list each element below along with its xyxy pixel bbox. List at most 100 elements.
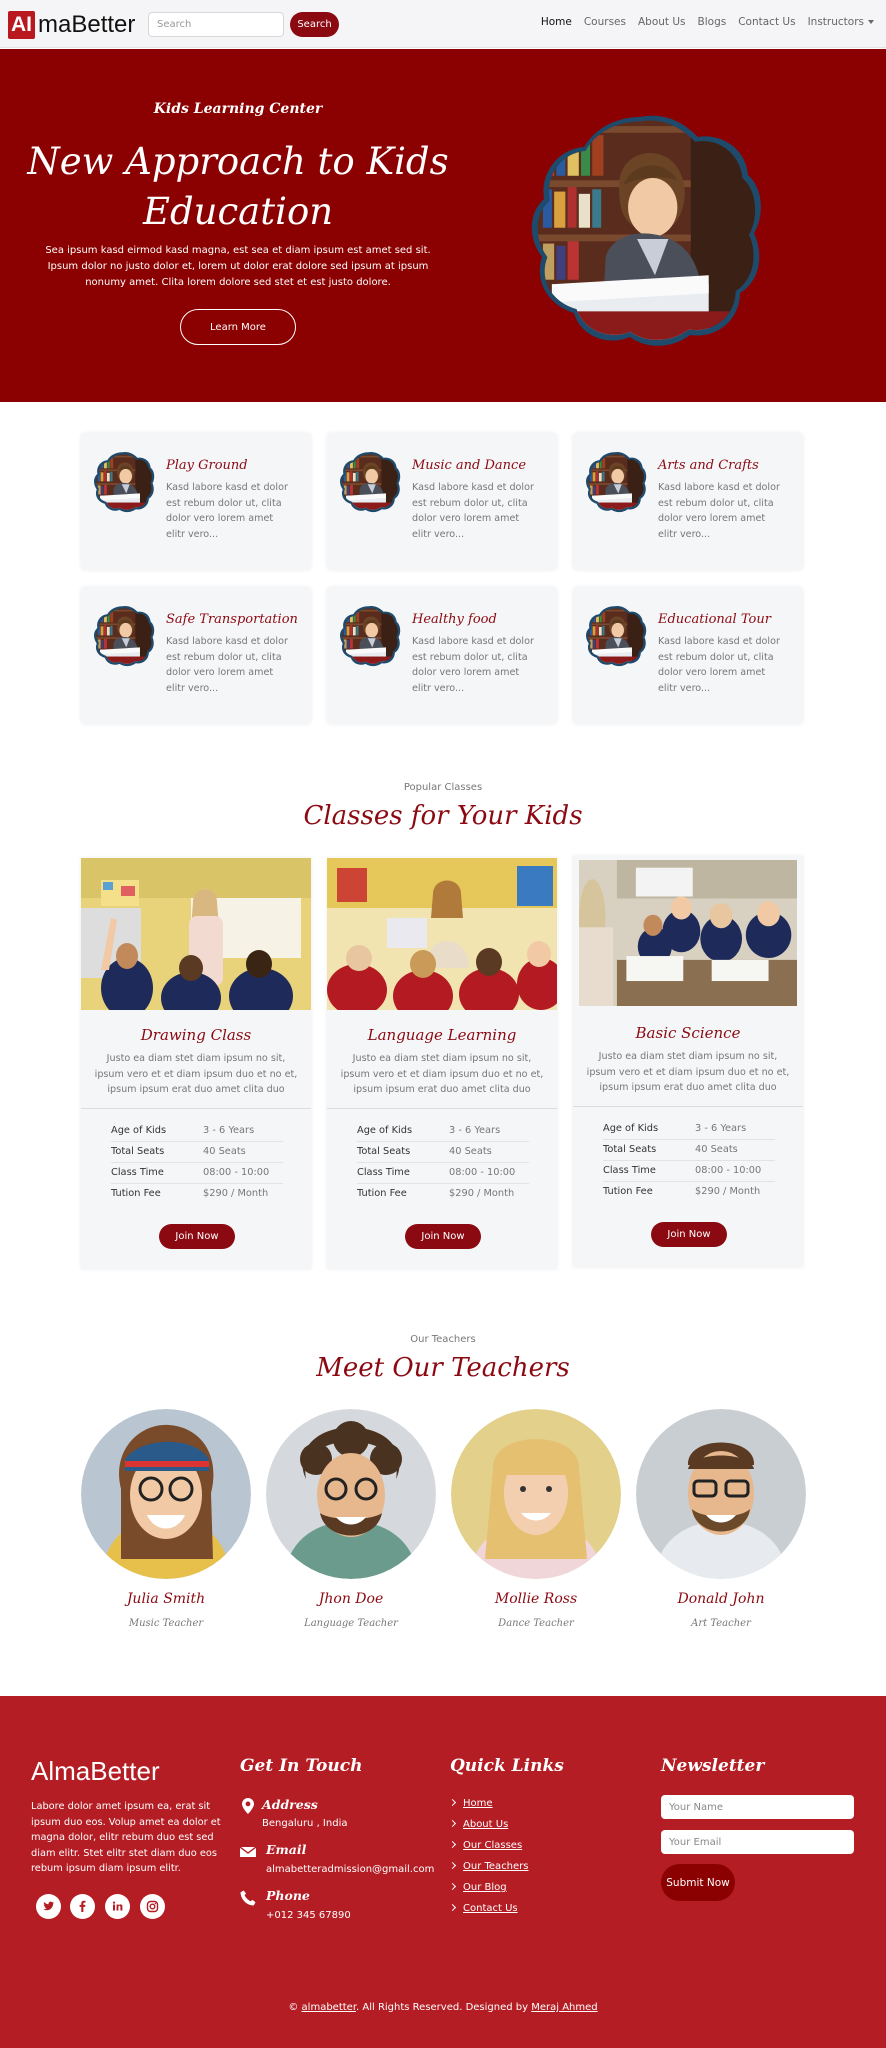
kid-reading-thumbnail-icon xyxy=(94,605,155,667)
teacher-name: Donald John xyxy=(677,1591,765,1607)
nav-link-blogs[interactable]: Blogs xyxy=(698,16,727,28)
hero-title: New Approach to Kids Education xyxy=(27,140,449,233)
phone-label: Phone xyxy=(266,1888,310,1903)
class-detail-label: Age of Kids xyxy=(357,1120,449,1142)
chevron-right-icon xyxy=(448,1840,457,1848)
nav-link-contact-us[interactable]: Contact Us xyxy=(738,16,795,28)
teachers-kicker: Our Teachers xyxy=(410,1334,476,1345)
class-divider xyxy=(81,1108,311,1109)
designer-link[interactable]: Meraj Ahmed xyxy=(531,2002,597,2013)
class-detail-label: Total Seats xyxy=(111,1141,203,1163)
join-now-button[interactable]: Join Now xyxy=(159,1224,235,1249)
teacher-role: Dance Teacher xyxy=(498,1618,574,1629)
teachers-title: Meet Our Teachers xyxy=(316,1353,570,1383)
nav-link-about-us[interactable]: About Us xyxy=(638,16,686,28)
hero-description: Sea ipsum kasd eirmod kasd magna, est se… xyxy=(45,245,431,288)
facility-text: Kasd labore kasd et dolor est rebum dolo… xyxy=(658,636,780,694)
join-now-button[interactable]: Join Now xyxy=(651,1222,727,1247)
quick-link[interactable]: Home xyxy=(448,1798,493,1809)
class-divider xyxy=(327,1108,557,1109)
newsletter-email-field[interactable] xyxy=(661,1830,854,1854)
linkedin-icon xyxy=(112,1901,123,1911)
email-label: Email xyxy=(266,1842,307,1857)
nav-dropdown-instructors[interactable]: Instructors xyxy=(808,16,874,28)
newsletter-heading: Newsletter xyxy=(661,1756,765,1776)
facility-text: Kasd labore kasd et dolor est rebum dolo… xyxy=(412,482,534,540)
class-detail-label: Tution Fee xyxy=(357,1188,407,1200)
class-detail-value: $290 / Month xyxy=(695,1186,761,1198)
kid-reading-thumbnail-icon xyxy=(340,451,401,513)
class-photo xyxy=(81,858,311,1010)
brand-logo-mark: AI xyxy=(8,11,35,39)
facility-card: Safe Transportation Kasd labore kasd et d… xyxy=(81,587,311,724)
linkedin-button[interactable] xyxy=(105,1894,130,1919)
class-detail-row: Tution Fee $290 / Month xyxy=(603,1181,775,1202)
submit-now-button[interactable]: Submit Now xyxy=(661,1864,735,1901)
email-value[interactable]: almabetteradmission@gmail.com xyxy=(266,1864,434,1875)
classes-kicker: Popular Classes xyxy=(403,782,483,793)
copyright-symbol: © xyxy=(288,2002,299,2013)
facility-card: Healthy food Kasd labore kasd et dolor es… xyxy=(327,587,557,724)
class-detail-row: Class Time 08:00 - 10:00 xyxy=(111,1162,283,1184)
quick-link[interactable]: About Us xyxy=(448,1819,508,1830)
facility-card: Play Ground Kasd labore kasd et dolor est… xyxy=(81,433,311,570)
facility-text: Kasd labore kasd et dolor est rebum dolo… xyxy=(658,482,780,540)
join-now-button[interactable]: Join Now xyxy=(405,1224,481,1249)
twitter-button[interactable] xyxy=(36,1894,61,1919)
search-input[interactable] xyxy=(148,12,284,37)
teacher-card: Jhon Doe Language Teacher xyxy=(266,1409,436,1639)
teacher-photo xyxy=(451,1409,621,1579)
footer-about-text: Labore dolor amet ipsum ea, erat sit ips… xyxy=(31,1801,221,1874)
quick-link[interactable]: Our Classes xyxy=(448,1840,523,1851)
brand-logo[interactable]: AI maBetter xyxy=(8,11,135,39)
newsletter-name-field[interactable] xyxy=(661,1795,854,1819)
quick-link-label: Our Teachers xyxy=(463,1861,529,1872)
class-title: Language Learning xyxy=(367,1026,517,1044)
nav-link-courses[interactable]: Courses xyxy=(584,16,626,28)
chevron-right-icon xyxy=(448,1882,457,1890)
quick-links-heading: Quick Links xyxy=(450,1756,564,1776)
class-description: Justo ea diam stet diam ipsum no sit, ip… xyxy=(340,1053,544,1095)
class-detail-label: Class Time xyxy=(111,1162,203,1184)
teacher-card: Julia Smith Music Teacher xyxy=(81,1409,251,1639)
facility-text: Kasd labore kasd et dolor est rebum dolo… xyxy=(166,482,288,540)
teacher-name: Mollie Ross xyxy=(494,1591,578,1607)
hero-kid-reading-image xyxy=(531,115,761,346)
learn-more-button[interactable]: Learn More xyxy=(180,309,296,345)
facebook-icon xyxy=(79,1900,86,1912)
class-detail-row: Tution Fee $290 / Month xyxy=(357,1183,529,1204)
facebook-button[interactable] xyxy=(70,1894,95,1919)
contact-heading: Get In Touch xyxy=(240,1756,363,1776)
caret-down-icon xyxy=(868,20,874,24)
quick-link[interactable]: Our Teachers xyxy=(448,1861,529,1872)
nav-link-home[interactable]: Home xyxy=(541,16,572,28)
chevron-right-icon xyxy=(448,1819,457,1827)
quick-link-label: Our Classes xyxy=(463,1840,523,1851)
class-description: Justo ea diam stet diam ipsum no sit, ip… xyxy=(586,1051,790,1093)
nav-dropdown-instructors-label: Instructors xyxy=(807,16,864,28)
class-detail-value: $290 / Month xyxy=(449,1188,515,1200)
copyright-text: . All Rights Reserved. Designed by xyxy=(356,2002,529,2013)
instagram-button[interactable] xyxy=(140,1894,165,1919)
phone-value[interactable]: +012 345 67890 xyxy=(266,1910,351,1921)
address-label: Address xyxy=(262,1797,318,1812)
class-detail-value: 3 - 6 Years xyxy=(695,1118,775,1140)
search-button[interactable]: Search xyxy=(290,12,339,37)
envelope-icon xyxy=(240,1846,256,1857)
quick-link[interactable]: Our Blog xyxy=(448,1882,507,1893)
main-nav: Home Courses About Us Blogs Contact Us I… xyxy=(541,16,874,28)
class-detail-value: $290 / Month xyxy=(203,1188,269,1200)
class-detail-label: Age of Kids xyxy=(603,1118,695,1140)
map-marker-icon xyxy=(242,1798,254,1814)
copyright-site-link[interactable]: almabetter xyxy=(302,2002,356,2013)
kid-reading-thumbnail-icon xyxy=(586,605,647,667)
kid-reading-thumbnail-icon xyxy=(340,605,401,667)
facility-title: Play Ground xyxy=(166,458,248,473)
teacher-name: Julia Smith xyxy=(126,1591,206,1607)
hero-section: Kids Learning Center New Approach to Kid… xyxy=(0,49,886,402)
class-detail-label: Class Time xyxy=(357,1162,449,1184)
quick-link[interactable]: Contact Us xyxy=(448,1903,518,1914)
teacher-role: Music Teacher xyxy=(128,1618,204,1629)
facility-text: Kasd labore kasd et dolor est rebum dolo… xyxy=(412,636,534,694)
footer-brand[interactable]: AlmaBetter xyxy=(31,1756,160,1787)
